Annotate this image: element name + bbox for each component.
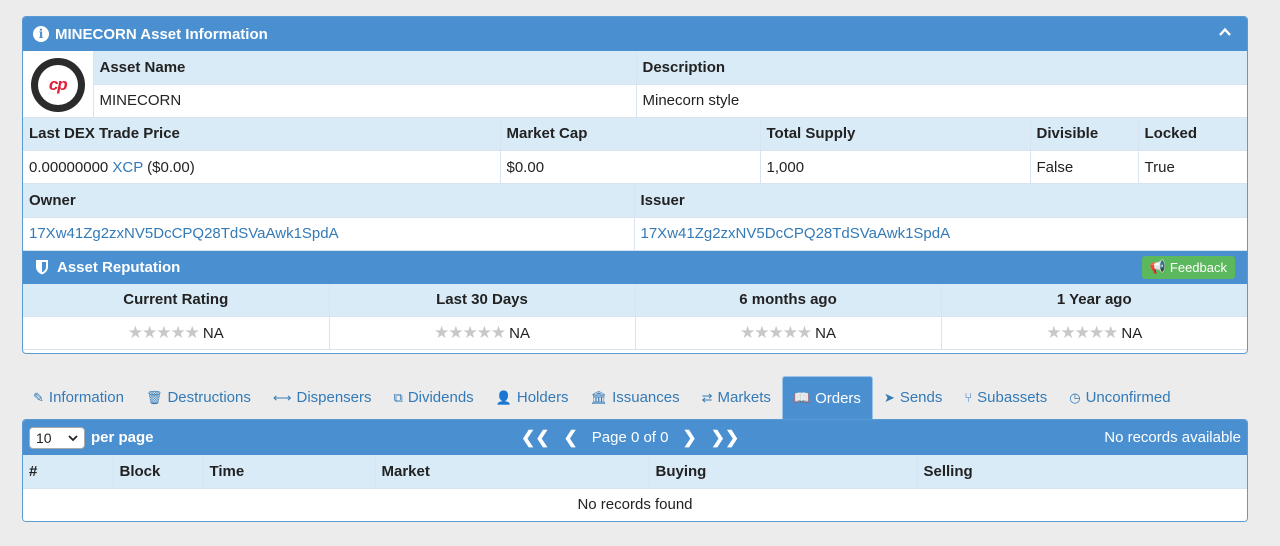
- per-page-value: 10: [36, 429, 52, 446]
- star-rating-icon: ★★★★★: [127, 323, 200, 342]
- trash-icon: 🗑: [145, 389, 163, 405]
- rating-header-6-months: 6 months ago: [635, 283, 942, 317]
- asset-name-table: cp Asset Name Description MINECORN Minec…: [23, 51, 1247, 118]
- user-icon: 👤: [495, 389, 512, 405]
- price-cell: 0.00000000 XCP ($0.00): [23, 150, 501, 184]
- rating-current: ★★★★★ NA: [23, 316, 330, 350]
- book-icon: 📖: [793, 390, 811, 405]
- divisible-value: False: [1030, 150, 1139, 184]
- arrows-horizontal-icon: ⟷: [272, 389, 292, 405]
- reputation-table: Current Rating Last 30 Days 6 months ago…: [23, 283, 1247, 350]
- star-rating-icon: ★★★★★: [1046, 323, 1118, 342]
- description-value: Minecorn style: [636, 84, 1247, 118]
- bank-icon: 🏛: [590, 389, 608, 405]
- col-market[interactable]: Market: [375, 455, 650, 489]
- locked-value: True: [1138, 150, 1247, 184]
- tab-dispensers[interactable]: ⟷ Dispensers: [262, 376, 383, 419]
- supply-value: 1,000: [760, 150, 1031, 184]
- asset-logo-cell: cp: [23, 51, 94, 118]
- rating-header-30-days: Last 30 Days: [329, 283, 636, 317]
- tab-destructions[interactable]: 🗑 Destructions: [135, 376, 262, 419]
- price-usd: ($0.00): [147, 158, 195, 176]
- pagination: ❮❮ ❮ Page 0 of 0 ❯ ❯❯: [521, 420, 739, 455]
- xcp-link[interactable]: XCP: [112, 159, 143, 176]
- per-page-select[interactable]: 10: [29, 426, 85, 449]
- info-circle-icon: i: [33, 26, 49, 42]
- asset-info-header[interactable]: i MINECORN Asset Information: [23, 17, 1247, 51]
- feedback-button[interactable]: 📢 Feedback: [1141, 255, 1235, 279]
- asset-name-value: MINECORN: [93, 84, 637, 118]
- first-page-icon[interactable]: ❮❮: [521, 428, 550, 448]
- exchange-icon: ⇄: [701, 389, 713, 405]
- tab-dividends[interactable]: ⧉ Dividends: [383, 376, 485, 419]
- asset-logo-text: cp: [37, 64, 78, 105]
- asset-stats-table: Last DEX Trade Price Market Cap Total Su…: [23, 117, 1247, 184]
- market-cap-label: Market Cap: [500, 117, 761, 151]
- reputation-title: Asset Reputation: [57, 258, 181, 276]
- issuer-label: Issuer: [634, 184, 1247, 218]
- page-indicator: Page 0 of 0: [591, 429, 669, 446]
- chevron-up-icon[interactable]: [1219, 26, 1231, 38]
- col-selling[interactable]: Selling: [917, 455, 1247, 489]
- locked-label: Locked: [1138, 117, 1247, 151]
- col-buying[interactable]: Buying: [649, 455, 918, 489]
- asset-logo: cp: [30, 57, 85, 112]
- prev-page-icon[interactable]: ❮: [564, 428, 578, 448]
- rating-1-year: ★★★★★ NA: [941, 316, 1247, 350]
- rating-header-1-year: 1 Year ago: [941, 283, 1247, 317]
- pencil-icon: ✎: [33, 389, 44, 405]
- sitemap-icon: ⧉: [393, 389, 403, 405]
- owner-label: Owner: [23, 184, 635, 218]
- description-label: Description: [636, 51, 1247, 85]
- owner-issuer-table: Owner Issuer 17Xw41Zg2zxNV5DcCPQ28TdSVaA…: [23, 184, 1247, 251]
- asset-tabs: ✎ Information 🗑 Destructions ⟷ Dispensers ⧉…: [22, 376, 1182, 419]
- orders-panel: 10 per page ❮❮ ❮ Page 0 of 0 ❯ ❯❯ No rec…: [22, 419, 1248, 522]
- orders-pager-bar: 10 per page ❮❮ ❮ Page 0 of 0 ❯ ❯❯ No rec…: [23, 420, 1247, 455]
- tab-issuances[interactable]: 🏛 Issuances: [580, 376, 691, 419]
- shield-icon: [36, 260, 48, 275]
- star-rating-icon: ★★★★★: [739, 323, 812, 342]
- rating-30-days: ★★★★★ NA: [329, 316, 636, 350]
- tab-holders[interactable]: 👤 Holders: [485, 376, 580, 419]
- owner-address-link[interactable]: 17Xw41Zg2zxNV5DcCPQ28TdSVaAwk1SpdA: [29, 225, 339, 242]
- market-cap-value: $0.00: [500, 150, 761, 184]
- last-page-icon[interactable]: ❯❯: [711, 428, 740, 448]
- col-time[interactable]: Time: [203, 455, 376, 489]
- rating-header-current: Current Rating: [23, 283, 330, 317]
- divisible-label: Divisible: [1030, 117, 1139, 151]
- megaphone-icon: 📢: [1149, 259, 1166, 274]
- price-value: 0.00000000: [29, 158, 109, 176]
- paper-plane-icon: ➤: [883, 389, 895, 405]
- asset-info-title: MINECORN Asset Information: [55, 25, 268, 43]
- orders-table: # Block Time Market Buying Selling No re…: [23, 455, 1247, 521]
- col-block[interactable]: Block: [113, 455, 204, 489]
- tab-sends[interactable]: ➤ Sends: [873, 376, 953, 419]
- col-number[interactable]: #: [23, 455, 114, 489]
- feedback-label: Feedback: [1169, 259, 1227, 275]
- asset-info-panel: i MINECORN Asset Information cp Asset Na…: [22, 16, 1248, 354]
- asset-name-label: Asset Name: [93, 51, 637, 85]
- chevron-down-icon: [68, 434, 78, 441]
- empty-message: No records found: [23, 488, 1247, 521]
- reputation-header: Asset Reputation 📢 Feedback: [23, 250, 1247, 284]
- tab-unconfirmed[interactable]: ◷ Unconfirmed: [1058, 376, 1181, 419]
- next-page-icon[interactable]: ❯: [682, 428, 696, 448]
- tab-orders[interactable]: 📖 Orders: [781, 376, 873, 419]
- star-rating-icon: ★★★★★: [433, 323, 506, 342]
- supply-label: Total Supply: [760, 117, 1031, 151]
- tab-subassets[interactable]: ⑂ Subassets: [953, 376, 1058, 419]
- per-page-label: per page: [91, 429, 154, 446]
- clock-icon: ◷: [1069, 389, 1081, 405]
- tab-markets[interactable]: ⇄ Markets: [691, 376, 782, 419]
- records-count: No records available: [1104, 429, 1241, 446]
- tab-information[interactable]: ✎ Information: [22, 376, 135, 419]
- fork-icon: ⑂: [964, 390, 973, 405]
- rating-6-months: ★★★★★ NA: [635, 316, 942, 350]
- issuer-address-link[interactable]: 17Xw41Zg2zxNV5DcCPQ28TdSVaAwk1SpdA: [641, 225, 951, 242]
- price-label: Last DEX Trade Price: [23, 117, 501, 151]
